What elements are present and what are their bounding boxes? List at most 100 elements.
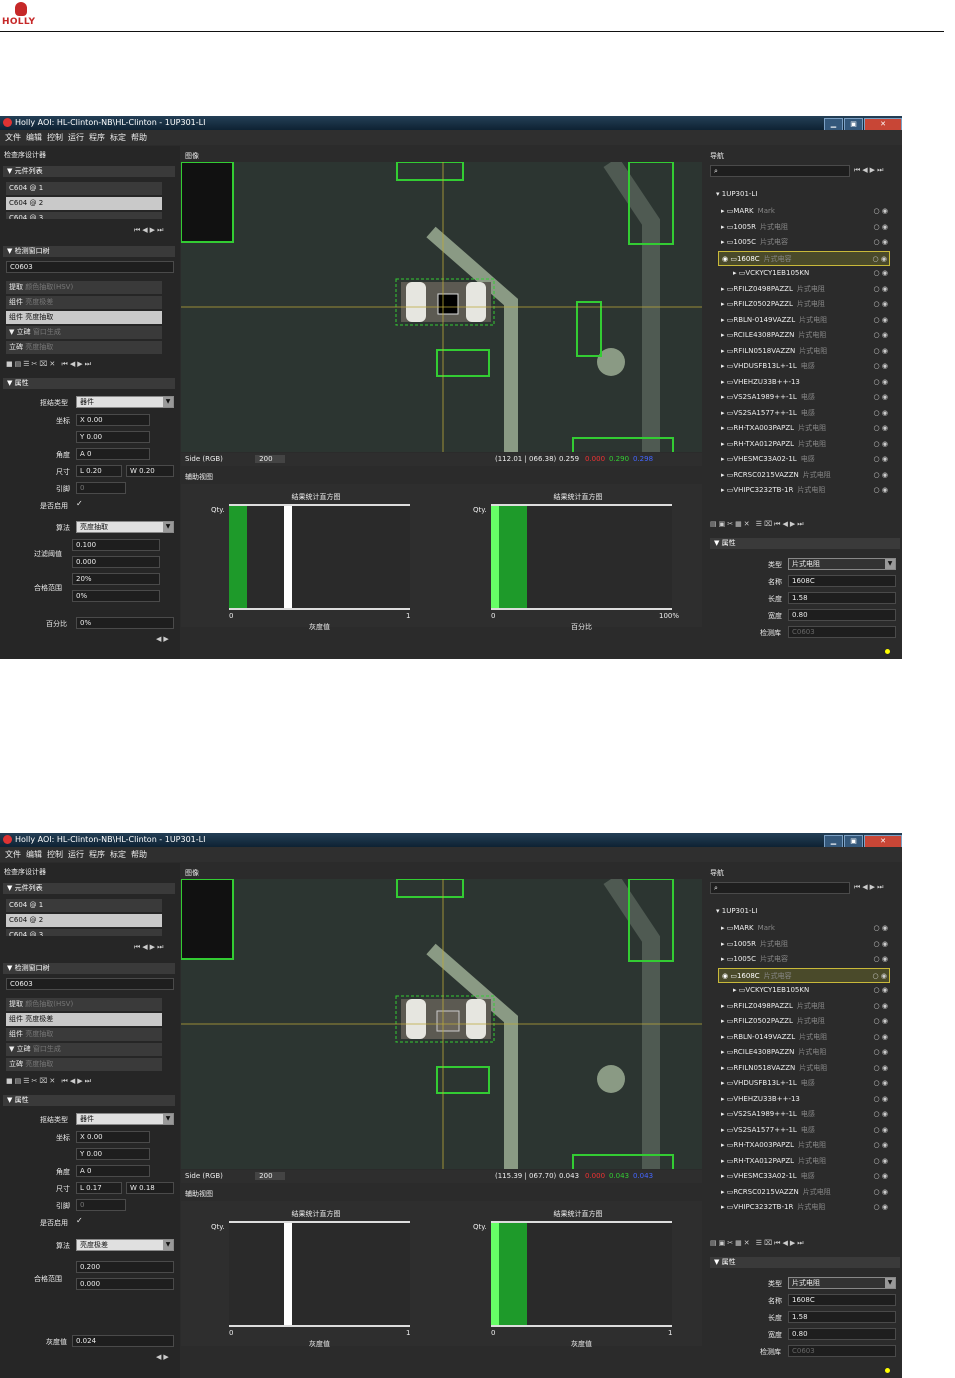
- visibility-icon[interactable]: ○ ◉: [873, 969, 887, 985]
- shape-select[interactable]: 器件 ▼: [76, 1113, 174, 1125]
- nav-item[interactable]: ▸ ▭RFILN0518VAZZN 片式电阻 ○ ◉: [718, 343, 890, 360]
- menu-calibrate[interactable]: 标定: [110, 850, 126, 859]
- component-item[interactable]: C604 @ 1: [6, 182, 162, 195]
- tree-item[interactable]: 组件 亮度抽取: [6, 1028, 162, 1041]
- angle-field[interactable]: A 0: [76, 1165, 150, 1177]
- nav-item[interactable]: ▸ ▭RFILZ0498PAZZL 片式电阻 ○ ◉: [718, 281, 890, 298]
- nav-search[interactable]: ⌕: [710, 165, 850, 177]
- nav-toolbar[interactable]: ▤▣✂▦✕ ☰⌧⏮◀▶⏭: [710, 1239, 806, 1248]
- page-arrows[interactable]: ◀▶: [156, 635, 171, 643]
- nav-props-header[interactable]: ▼ 属性: [710, 1257, 900, 1268]
- component-item[interactable]: C604 @ 1: [6, 899, 162, 912]
- visibility-icon[interactable]: ○ ◉: [874, 1076, 888, 1092]
- nav-item[interactable]: ▸ ▭RCILE4308PAZZN 片式电阻 ○ ◉: [718, 328, 890, 344]
- w-field[interactable]: W 0.18: [126, 1182, 174, 1194]
- component-item[interactable]: C604 @ 3: [6, 212, 162, 219]
- nav-item[interactable]: ▸ ▭VHEHZU33B++-13 ○ ◉: [718, 1091, 890, 1108]
- nav-item[interactable]: ◉ ▭1608C 片式电容 ○ ◉: [718, 967, 890, 985]
- menu-help[interactable]: 帮助: [131, 850, 147, 859]
- nav-item[interactable]: ▸ ▭RCRSC0215VAZZN 片式电阻 ○ ◉: [718, 1184, 890, 1201]
- nav-pager[interactable]: ⏮◀▶⏭: [854, 883, 885, 892]
- range-lo-field[interactable]: 0.000: [76, 1278, 174, 1290]
- nav-item[interactable]: ▸ ▭RFILZ0498PAZZL 片式电阻 ○ ◉: [718, 998, 890, 1014]
- visibility-icon[interactable]: ○ ◉: [874, 483, 888, 499]
- component-item[interactable]: C604 @ 2: [6, 197, 162, 210]
- tree-item[interactable]: 提取 颜色抽取(HSV): [6, 281, 162, 294]
- l-field[interactable]: L 0.20: [76, 465, 122, 477]
- nav-item[interactable]: ▸ ▭VHIPC3232TB-1R 片式电阻 ○ ◉: [718, 1200, 890, 1216]
- visibility-icon[interactable]: ○ ◉: [874, 406, 888, 422]
- nav-item[interactable]: ▸ ▭RCRSC0215VAZZN 片式电阻 ○ ◉: [718, 467, 890, 484]
- enabled-checkbox[interactable]: ✓: [76, 1216, 83, 1225]
- board-image[interactable]: [181, 879, 702, 1169]
- pager-icons[interactable]: ⏮◀▶⏭: [134, 943, 165, 952]
- props-header[interactable]: ▼ 属性: [3, 378, 175, 389]
- visibility-icon[interactable]: ○ ◉: [873, 252, 887, 268]
- nav-item[interactable]: ▸ ▭RFILZ0502PAZZL 片式电阻 ○ ◉: [718, 1014, 890, 1030]
- nav-item[interactable]: ▸ ▭RH-TXA003PAPZL 片式电阻 ○ ◉: [718, 421, 890, 437]
- angle-field[interactable]: A 0: [76, 448, 150, 460]
- menu-edit[interactable]: 编辑: [26, 850, 42, 859]
- x-field[interactable]: X 0.00: [76, 1131, 150, 1143]
- width-field[interactable]: 0.80: [788, 1328, 896, 1340]
- tree-toolbar-icons[interactable]: ■▤☰✂⌧✕ ⏮◀▶⏭: [6, 360, 93, 369]
- nav-props-header[interactable]: ▼ 属性: [710, 538, 900, 549]
- visibility-icon[interactable]: ○ ◉: [874, 1045, 888, 1061]
- visibility-icon[interactable]: ○ ◉: [874, 282, 888, 298]
- visibility-icon[interactable]: ○ ◉: [874, 468, 888, 484]
- algo-select[interactable]: 亮度极差 ▼: [76, 1239, 174, 1251]
- menu-file[interactable]: 文件: [5, 133, 21, 142]
- nav-item[interactable]: ▸ ▭VHDUSFB13L+-1L 电感 ○ ◉: [718, 1076, 890, 1092]
- window-tree-header[interactable]: ▼ 检测窗口树: [3, 963, 175, 974]
- filter-hi-field[interactable]: 0.100: [72, 539, 160, 551]
- menu-run[interactable]: 运行: [68, 133, 84, 142]
- visibility-icon[interactable]: ○ ◉: [874, 437, 888, 453]
- visibility-icon[interactable]: ○ ◉: [874, 220, 888, 236]
- component-list-header[interactable]: ▼ 元件列表: [3, 883, 175, 894]
- length-field[interactable]: 1.58: [788, 592, 896, 604]
- page-arrows[interactable]: ◀▶: [156, 1353, 171, 1361]
- visibility-icon[interactable]: ○ ◉: [874, 452, 888, 468]
- x-field[interactable]: X 0.00: [76, 414, 150, 426]
- nav-item[interactable]: ▸ ▭VCKYCY1EB105KN ○ ◉: [730, 983, 890, 999]
- nav-item[interactable]: ▸ ▭RBLN-0149VAZZL 片式电阻 ○ ◉: [718, 1029, 890, 1045]
- package-field[interactable]: C0603: [6, 978, 174, 990]
- nav-item[interactable]: ▸ ▭RCILE4308PAZZN 片式电阻 ○ ◉: [718, 1045, 890, 1061]
- nav-item[interactable]: ▸ ▭VHESMC33A02-1L 电感 ○ ◉: [718, 1169, 890, 1185]
- nav-item[interactable]: ▸ ▭1005C 片式电容 ○ ◉: [718, 952, 890, 968]
- nav-toolbar[interactable]: ▤▣✂▦✕ ☰⌧⏮◀▶⏭: [710, 520, 806, 529]
- visibility-icon[interactable]: ○ ◉: [874, 1123, 888, 1139]
- side-select[interactable]: 200: [255, 1172, 285, 1180]
- visibility-icon[interactable]: ○ ◉: [874, 344, 888, 360]
- visibility-icon[interactable]: ○ ◉: [874, 1154, 888, 1170]
- visibility-icon[interactable]: ○ ◉: [874, 375, 888, 391]
- visibility-icon[interactable]: ○ ◉: [874, 937, 888, 953]
- y-field[interactable]: Y 0.00: [76, 1148, 150, 1160]
- range-hi-field[interactable]: 20%: [72, 573, 160, 585]
- visibility-icon[interactable]: ○ ◉: [874, 359, 888, 375]
- library-field[interactable]: C0603: [788, 1345, 896, 1357]
- nav-root[interactable]: ▾ 1UP301-LI: [716, 907, 757, 915]
- visibility-icon[interactable]: ○ ◉: [874, 1092, 888, 1108]
- gray-field[interactable]: 0.024: [72, 1335, 174, 1347]
- menu-program[interactable]: 程序: [89, 133, 105, 142]
- nav-item[interactable]: ▸ ▭VCKYCY1EB105KN ○ ◉: [730, 266, 890, 282]
- nav-item[interactable]: ▸ ▭VHIPC3232TB-1R 片式电阻 ○ ◉: [718, 483, 890, 499]
- type-select[interactable]: 片式电阻 ▼: [788, 1277, 896, 1289]
- visibility-icon[interactable]: ○ ◉: [874, 1014, 888, 1030]
- menu-help[interactable]: 帮助: [131, 133, 147, 142]
- visibility-icon[interactable]: ○ ◉: [874, 1185, 888, 1201]
- range-hi-field[interactable]: 0.200: [76, 1261, 174, 1273]
- visibility-icon[interactable]: ○ ◉: [874, 1107, 888, 1123]
- nav-item[interactable]: ▸ ▭RBLN-0149VAZZL 片式电阻 ○ ◉: [718, 312, 890, 328]
- length-field[interactable]: 1.58: [788, 1311, 896, 1323]
- tree-item[interactable]: 组件 亮度极差: [6, 296, 162, 309]
- name-field[interactable]: 1608C: [788, 1294, 896, 1306]
- nav-item[interactable]: ◉ ▭1608C 片式电容 ○ ◉: [718, 250, 890, 268]
- nav-item[interactable]: ▸ ▭RH-TXA012PAPZL 片式电阻 ○ ◉: [718, 436, 890, 453]
- component-item[interactable]: C604 @ 3: [6, 929, 162, 936]
- index-field[interactable]: 0: [76, 1199, 126, 1211]
- visibility-icon[interactable]: ○ ◉: [874, 235, 888, 251]
- nav-item[interactable]: ▸ ▭MARK Mark ○ ◉: [718, 921, 890, 937]
- y-field[interactable]: Y 0.00: [76, 431, 150, 443]
